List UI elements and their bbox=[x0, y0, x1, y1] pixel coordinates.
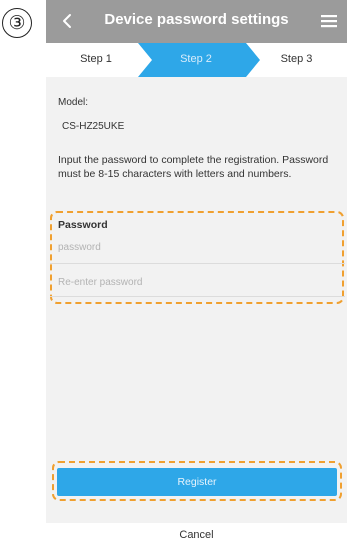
model-label: Model: bbox=[58, 97, 89, 108]
reenter-password-divider bbox=[50, 296, 345, 297]
page-title: Device password settings bbox=[104, 11, 289, 28]
instructions-text: Input the password to complete the regis… bbox=[58, 154, 329, 180]
bottom-bar: Cancel bbox=[46, 523, 347, 550]
model-value: CS-HZ25UKE bbox=[62, 121, 125, 132]
step-1-label: Step 1 bbox=[80, 53, 112, 65]
app-header: Device password settings bbox=[46, 0, 347, 43]
phone-screen: Device password settings Step 1 Step 2 S… bbox=[46, 0, 347, 550]
step-2-label: Step 2 bbox=[180, 53, 212, 65]
hamburger-menu-icon[interactable] bbox=[321, 14, 337, 28]
step-progress-bar: Step 1 Step 2 Step 3 bbox=[46, 43, 347, 77]
reenter-password-input[interactable] bbox=[50, 271, 345, 293]
password-input[interactable] bbox=[50, 236, 345, 258]
password-section-title: Password bbox=[58, 219, 108, 231]
step-3-label: Step 3 bbox=[280, 53, 313, 65]
password-input-divider bbox=[50, 263, 345, 264]
register-button[interactable]: Register bbox=[57, 468, 337, 496]
step-number-badge: ③ bbox=[2, 8, 32, 38]
chevron-left-icon[interactable] bbox=[56, 7, 78, 35]
cancel-button[interactable]: Cancel bbox=[46, 529, 347, 541]
